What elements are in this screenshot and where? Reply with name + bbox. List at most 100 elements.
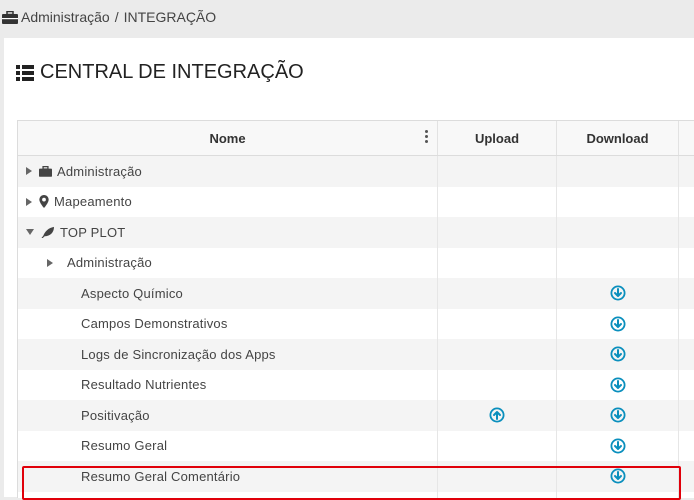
download-icon[interactable] — [610, 346, 626, 362]
table-row[interactable]: Logs de Sincronização dos Apps — [18, 339, 694, 370]
table-row[interactable]: Resultado Nutrientes — [18, 369, 694, 400]
leaf-icon — [41, 226, 55, 239]
download-cell — [557, 308, 679, 339]
column-header-download[interactable]: Download — [557, 121, 679, 155]
table-row[interactable]: Mapeamento — [18, 186, 694, 218]
column-menu-icon[interactable] — [425, 130, 428, 143]
download-icon[interactable] — [610, 438, 626, 454]
download-cell — [557, 247, 679, 278]
table-row[interactable]: Campos Demonstrativos — [18, 308, 694, 340]
row-label: Resumo Geral — [81, 438, 168, 454]
download-cell — [557, 369, 679, 400]
integration-tree-grid: Nome Upload Download Administração Mapeam… — [17, 120, 694, 498]
download-cell — [557, 491, 679, 498]
table-row[interactable]: Administração — [18, 156, 694, 187]
row-label: Administração — [67, 255, 152, 271]
column-header-download-label: Download — [586, 130, 649, 146]
download-icon[interactable] — [610, 407, 626, 423]
download-cell — [557, 430, 679, 461]
page-title: CENTRAL DE INTEGRAÇÃO — [16, 61, 304, 84]
breadcrumb-separator: / — [114, 9, 119, 25]
table-row[interactable]: Aspecto Químico — [18, 278, 694, 309]
extra-cell — [679, 431, 694, 462]
download-cell — [557, 400, 679, 431]
table-row[interactable]: Resumo Geral — [18, 430, 694, 462]
name-cell: TOP PLOT — [18, 217, 438, 248]
name-cell: Aspecto Químico — [18, 278, 438, 309]
download-icon[interactable] — [610, 468, 626, 484]
table-row[interactable]: Positivação — [18, 400, 694, 431]
row-label: Resumo Geral Comentário — [81, 468, 241, 484]
name-cell: Resumo Geral — [18, 430, 438, 461]
download-cell — [557, 217, 679, 248]
download-icon[interactable] — [610, 316, 626, 332]
extra-cell — [679, 217, 694, 248]
name-cell: Mapeamento — [18, 186, 438, 217]
table-row[interactable]: Administração — [18, 247, 694, 279]
name-cell: Resultado Nutrientes — [18, 369, 438, 400]
column-header-upload[interactable]: Upload — [438, 121, 557, 155]
briefcase-icon — [2, 10, 18, 24]
list-icon — [16, 64, 34, 81]
map-marker-icon — [39, 195, 49, 209]
row-label: Resultado Nutrientes — [81, 377, 207, 393]
extra-cell — [679, 400, 694, 431]
upload-cell — [438, 461, 557, 492]
extra-cell — [679, 248, 694, 279]
download-cell — [557, 278, 679, 309]
row-label: Administração — [57, 163, 142, 179]
upload-cell — [438, 156, 557, 187]
caret-right-icon[interactable] — [26, 197, 32, 206]
upload-cell — [438, 247, 557, 278]
column-header-upload-label: Upload — [474, 130, 520, 146]
table-row[interactable]: TOP PLOT — [18, 217, 694, 248]
content-panel: CENTRAL DE INTEGRAÇÃO Nome Upload Downlo… — [4, 38, 694, 500]
name-cell: Campos Demonstrativos — [18, 308, 438, 339]
extra-cell — [679, 461, 694, 492]
extra-cell — [679, 156, 694, 187]
grid-header: Nome Upload Download — [18, 121, 694, 156]
extra-cell — [679, 339, 694, 370]
extra-cell — [679, 309, 694, 340]
table-row[interactable]: Resumo Geral Comentário — [18, 461, 694, 492]
page-title-text: CENTRAL DE INTEGRAÇÃO — [40, 61, 304, 83]
caret-down-icon[interactable] — [26, 229, 34, 236]
row-label: TOP PLOT — [60, 224, 126, 240]
column-header-extra — [679, 121, 694, 155]
download-cell — [557, 186, 679, 217]
row-label: Mapeamento — [54, 194, 132, 210]
upload-cell — [438, 308, 557, 339]
breadcrumb-section[interactable]: Administração — [21, 9, 110, 25]
upload-cell — [438, 491, 557, 498]
upload-cell — [438, 278, 557, 309]
upload-cell — [438, 369, 557, 400]
name-cell: Logs de Sincronização dos Apps — [18, 339, 438, 370]
row-label: Aspecto Químico — [81, 285, 183, 301]
upload-icon[interactable] — [489, 407, 505, 423]
name-cell: Administração — [18, 247, 438, 278]
name-cell: Resumo Geral Comentário — [18, 461, 438, 492]
grid-body: Administração Mapeamento TOP PLOT Administr… — [18, 156, 694, 498]
upload-cell — [438, 400, 557, 431]
extra-cell — [679, 278, 694, 309]
column-header-name-label: Nome — [209, 130, 246, 146]
name-cell — [18, 491, 438, 498]
row-label: Logs de Sincronização dos Apps — [81, 346, 276, 362]
caret-right-icon[interactable] — [47, 258, 53, 267]
row-label: Positivação — [81, 407, 150, 423]
breadcrumb-current: INTEGRAÇÃO — [123, 9, 217, 25]
download-icon[interactable] — [610, 285, 626, 301]
name-cell: Positivação — [18, 400, 438, 431]
name-cell: Administração — [18, 156, 438, 187]
download-cell — [557, 156, 679, 187]
download-cell — [557, 461, 679, 492]
extra-cell — [679, 187, 694, 218]
download-cell — [557, 339, 679, 370]
caret-right-icon[interactable] — [26, 167, 32, 176]
table-row[interactable] — [18, 491, 694, 498]
download-icon[interactable] — [610, 377, 626, 393]
upload-cell — [438, 186, 557, 217]
breadcrumb: Administração / INTEGRAÇÃO — [2, 9, 216, 25]
briefcase-icon — [39, 165, 52, 177]
column-header-name[interactable]: Nome — [18, 121, 438, 155]
